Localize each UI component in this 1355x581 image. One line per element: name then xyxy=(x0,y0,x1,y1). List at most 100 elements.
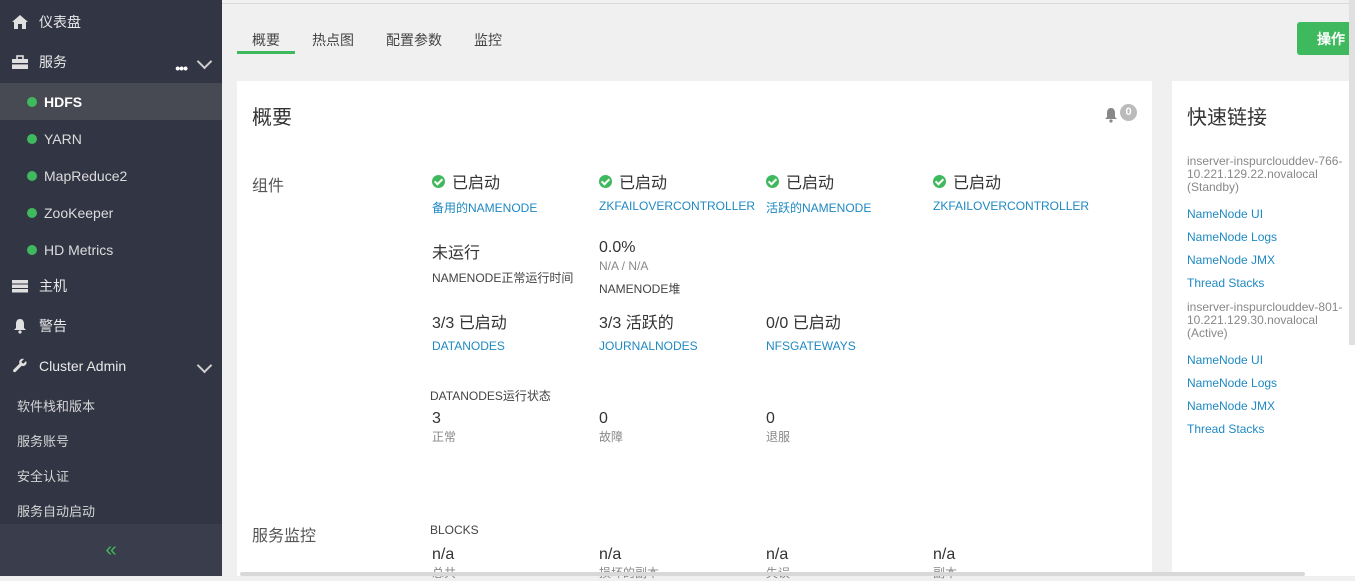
heap-value: 0.0% xyxy=(599,239,636,256)
quick-links-panel: 快速链接 inserver-inspurclouddev-766-10.221.… xyxy=(1172,81,1355,576)
sidebar-item-cluster-admin[interactable]: Cluster Admin xyxy=(0,347,222,385)
heap-sub: N/A / N/A xyxy=(599,259,649,273)
check-circle-icon xyxy=(766,174,779,188)
component-zkfc-1: 已启动 ZKFAILOVERCONTROLLER xyxy=(599,169,755,213)
sidebar-item-label: YARN xyxy=(44,130,82,147)
stat-value: n/a xyxy=(599,546,622,563)
check-circle-icon xyxy=(599,174,612,188)
tab-metrics[interactable]: 监控 xyxy=(474,30,502,50)
journalnodes-summary: 3/3 活跃的 JOURNALNODES xyxy=(599,309,698,353)
horizontal-scrollbar[interactable] xyxy=(240,572,1305,576)
sidebar-item-zookeeper[interactable]: ZooKeeper xyxy=(0,194,222,231)
service-actions-button[interactable]: 操作 xyxy=(1297,22,1355,55)
server-icon xyxy=(10,276,30,296)
namenode-jmx-link[interactable]: NameNode JMX xyxy=(1187,399,1275,413)
stat-label: 正常 xyxy=(432,430,457,444)
sidebar-item-mapreduce2[interactable]: MapReduce2 xyxy=(0,157,222,194)
home-icon xyxy=(10,12,30,32)
active-tab-indicator xyxy=(237,51,295,54)
dn-status-live: 3 正常 xyxy=(432,410,456,445)
chevron-down-icon[interactable] xyxy=(196,357,213,374)
sidebar-item-service-auto-start[interactable]: 服务自动启动 xyxy=(17,501,95,520)
host-name: inserver-inspurclouddev-801-10.221.129.3… xyxy=(1187,300,1343,340)
stat-value: 3 xyxy=(432,410,441,427)
status-text: 已启动 xyxy=(452,175,501,192)
panel-title: 概要 xyxy=(252,107,292,129)
namenode-jmx-link[interactable]: NameNode JMX xyxy=(1187,253,1275,267)
dn-status-decommissioned: 0 退服 xyxy=(766,410,790,445)
tab-summary[interactable]: 概要 xyxy=(252,30,280,50)
thread-stacks-link[interactable]: Thread Stacks xyxy=(1187,422,1264,436)
namenode-ui-link[interactable]: NameNode UI xyxy=(1187,353,1263,367)
alert-count-badge[interactable]: 0 xyxy=(1120,104,1137,121)
zkfc-link[interactable]: ZKFAILOVERCONTROLLER xyxy=(933,199,1089,213)
datanodes-value: 3/3 已启动 xyxy=(432,315,507,332)
top-divider xyxy=(222,3,1355,4)
tab-heatmaps[interactable]: 热点图 xyxy=(312,30,354,50)
chevron-down-icon[interactable] xyxy=(196,53,213,70)
component-zkfc-2: 已启动 ZKFAILOVERCONTROLLER xyxy=(933,169,1089,213)
status-text: 已启动 xyxy=(953,175,1002,192)
sidebar-item-services[interactable]: 服务 ••• xyxy=(0,43,222,81)
double-chevron-left-icon: « xyxy=(105,538,117,561)
sidebar-item-hd-metrics[interactable]: HD Metrics xyxy=(0,231,222,268)
check-circle-icon xyxy=(432,174,445,188)
sidebar-item-label: 仪表盘 xyxy=(39,14,81,30)
collapse-sidebar-button[interactable]: « xyxy=(0,524,222,576)
service-metrics-label: 服务监控 xyxy=(252,528,317,545)
thread-stacks-link[interactable]: Thread Stacks xyxy=(1187,276,1264,290)
status-dot-icon xyxy=(27,170,37,181)
namenode-heap: 0.0% N/A / N/A NAMENODE堆 xyxy=(599,239,680,297)
zkfc-link[interactable]: ZKFAILOVERCONTROLLER xyxy=(599,199,755,213)
tab-configs[interactable]: 配置参数 xyxy=(386,30,442,50)
bell-icon xyxy=(10,316,30,336)
status-dot-icon xyxy=(27,207,37,218)
sidebar-item-label: 主机 xyxy=(39,278,67,294)
sidebar-item-label: 警告 xyxy=(39,318,67,334)
component-active-namenode: 已启动 活跃的NAMENODE xyxy=(766,169,871,216)
journalnodes-link[interactable]: JOURNALNODES xyxy=(599,339,698,353)
sidebar-item-hosts[interactable]: 主机 xyxy=(0,267,222,305)
status-dot-icon xyxy=(27,133,37,144)
journalnodes-value: 3/3 活跃的 xyxy=(599,315,674,332)
sidebar-item-label: HDFS xyxy=(44,93,83,110)
nfs-value: 0/0 已启动 xyxy=(766,315,841,332)
sidebar-item-label: MapReduce2 xyxy=(44,167,128,184)
standby-namenode-link[interactable]: 备用的NAMENODE xyxy=(432,199,537,216)
dn-status-dead: 0 故障 xyxy=(599,410,623,445)
sidebar-item-alerts[interactable]: 警告 xyxy=(0,307,222,345)
stat-value: n/a xyxy=(766,546,789,563)
uptime-value: 未运行 xyxy=(432,245,481,262)
namenode-logs-link[interactable]: NameNode Logs xyxy=(1187,376,1277,390)
datanodes-link[interactable]: DATANODES xyxy=(432,339,507,353)
sidebar-item-dashboard[interactable]: 仪表盘 xyxy=(0,3,222,41)
sidebar-item-yarn[interactable]: YARN xyxy=(0,120,222,157)
status-text: 已启动 xyxy=(786,175,835,192)
button-label: 操作 xyxy=(1317,30,1345,47)
bell-icon[interactable] xyxy=(1104,107,1118,123)
sidebar-item-label: HD Metrics xyxy=(44,241,114,258)
sidebar: 仪表盘 服务 ••• HDFS YARN MapReduce2 ZooKeepe… xyxy=(0,0,222,576)
more-icon[interactable]: ••• xyxy=(175,60,188,76)
stat-value: 0 xyxy=(766,410,775,427)
blocks-label: BLOCKS xyxy=(430,523,479,537)
heap-label: NAMENODE堆 xyxy=(599,282,681,296)
sidebar-item-label: 服务 xyxy=(39,54,67,70)
namenode-logs-link[interactable]: NameNode Logs xyxy=(1187,230,1277,244)
namenode-uptime: 未运行 NAMENODE正常运行时间 xyxy=(432,239,573,286)
vertical-scrollbar[interactable] xyxy=(1349,0,1355,345)
sidebar-item-hdfs[interactable]: HDFS xyxy=(0,83,222,120)
status-text: 已启动 xyxy=(619,175,668,192)
briefcase-icon xyxy=(10,52,30,72)
sidebar-item-stack-versions[interactable]: 软件栈和版本 xyxy=(17,396,95,415)
sidebar-item-label: Cluster Admin xyxy=(39,358,127,374)
active-namenode-link[interactable]: 活跃的NAMENODE xyxy=(766,199,871,216)
component-standby-namenode: 已启动 备用的NAMENODE xyxy=(432,169,537,216)
namenode-ui-link[interactable]: NameNode UI xyxy=(1187,207,1263,221)
sidebar-item-service-accounts[interactable]: 服务账号 xyxy=(17,431,69,450)
wrench-icon xyxy=(10,356,30,376)
nfsgateways-link[interactable]: NFSGATEWAYS xyxy=(766,339,856,353)
sidebar-item-kerberos[interactable]: 安全认证 xyxy=(17,466,69,485)
status-dot-icon xyxy=(27,96,37,107)
sidebar-item-label: ZooKeeper xyxy=(44,204,114,221)
